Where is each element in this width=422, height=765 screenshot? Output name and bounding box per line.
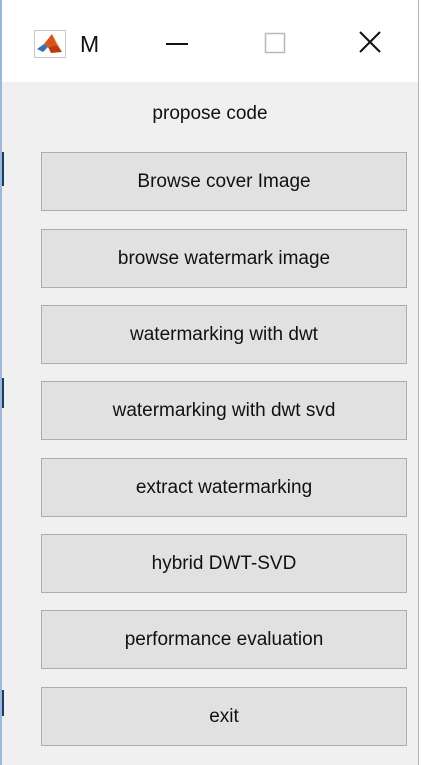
title-bar[interactable]: M <box>2 0 418 82</box>
window-edge-mark <box>2 152 4 186</box>
panel-heading: propose code <box>152 103 268 124</box>
window-edge-mark <box>2 690 4 716</box>
hybrid-dwt-svd-button[interactable]: hybrid DWT-SVD <box>41 534 407 593</box>
watermarking-dwt-button[interactable]: watermarking with dwt <box>41 305 407 364</box>
close-button[interactable] <box>346 22 396 64</box>
minimize-button[interactable] <box>152 22 202 64</box>
window-title: M <box>80 31 100 57</box>
minimize-icon <box>166 43 188 45</box>
maximize-icon <box>264 32 286 54</box>
figure-window: M propose code Browse cover Image browse… <box>0 0 419 765</box>
extract-watermarking-button[interactable]: extract watermarking <box>41 458 407 517</box>
browse-cover-image-button[interactable]: Browse cover Image <box>41 152 407 211</box>
exit-button[interactable]: exit <box>41 687 407 746</box>
close-icon <box>359 31 381 53</box>
browse-watermark-image-button[interactable]: browse watermark image <box>41 229 407 288</box>
watermarking-dwt-svd-button[interactable]: watermarking with dwt svd <box>41 381 407 440</box>
performance-evaluation-button[interactable]: performance evaluation <box>41 610 407 669</box>
window-edge-mark <box>2 378 4 408</box>
maximize-button[interactable] <box>250 22 300 64</box>
matlab-icon[interactable] <box>34 30 66 58</box>
